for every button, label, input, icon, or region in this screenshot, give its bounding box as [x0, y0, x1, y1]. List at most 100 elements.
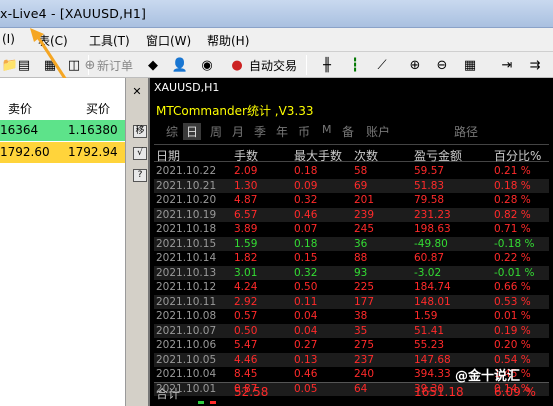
table-row[interactable]: 2021.10.15 1.59 0.18 36 -49.80 -0.18 %: [154, 236, 549, 251]
signal-icon[interactable]: ◉: [197, 55, 217, 75]
row-max-lots: 0.07: [294, 223, 318, 235]
tile-windows-icon[interactable]: ▦: [460, 55, 480, 75]
row-lots: 0.50: [234, 324, 258, 337]
toolbar-separator: [306, 55, 307, 75]
row-percent: 0.28 %: [494, 194, 531, 206]
panel-side-bar: ✕ 移 √ ?: [125, 78, 148, 406]
line-chart-icon[interactable]: ⟋: [372, 55, 392, 75]
row-lots: 2.92: [234, 295, 258, 308]
table-row[interactable]: 2021.10.07 0.50 0.04 35 51.41 0.19 %: [154, 323, 549, 338]
buy-header: 买价: [86, 102, 111, 116]
toolbar: 📁 ▤ ▦ ◫ ⊕ 新订单 ◆ 👤 ◉ ● 自动交易 ╫ ┇ ⟋ ⊕ ⊖ ▦ ⇥…: [0, 52, 553, 78]
chart-window[interactable]: XAUUSD,H1 MTCommander统计 ,V3.33 综 日 周 月 季…: [148, 78, 553, 406]
tab-yearly[interactable]: 年: [276, 123, 288, 140]
row-lots: 4.24: [234, 281, 258, 293]
row-lots: 1.30: [234, 179, 258, 192]
user-icon[interactable]: 👤: [170, 55, 190, 75]
table-row[interactable]: 2021.10.08 0.57 0.04 38 1.59 0.01 %: [154, 309, 549, 324]
tab-path[interactable]: 路径: [454, 123, 478, 140]
tab-magic[interactable]: M: [322, 123, 332, 136]
table-row[interactable]: 2021.10.14 1.82 0.15 88 60.87 0.22 %: [154, 251, 549, 266]
row-lots: 3.89: [234, 223, 258, 235]
candlestick-icon[interactable]: ┇: [345, 55, 365, 75]
col-profit: 盈亏金额: [414, 149, 463, 163]
row-percent: 0.20 %: [494, 339, 531, 351]
watermark-text: @金十说汇: [455, 369, 521, 384]
table-row[interactable]: 2021.10.06 5.47 0.27 275 55.23 0.20 %: [154, 338, 549, 353]
total-label: 合计: [156, 387, 181, 401]
table-header: 日期 手数 最大手数 次数 盈亏金额 百分比%: [154, 144, 549, 163]
row-profit: 147.68: [414, 353, 451, 366]
table-row[interactable]: 2021.10.12 4.24 0.50 225 184.74 0.66 %: [154, 280, 549, 295]
row-count: 36: [354, 237, 368, 250]
row-profit: 60.87: [414, 252, 445, 264]
tab-account[interactable]: 账户: [366, 123, 390, 140]
auto-trade-button[interactable]: 自动交易: [249, 57, 297, 74]
check-button[interactable]: √: [133, 147, 147, 160]
tab-daily[interactable]: 日: [183, 123, 202, 140]
help-button[interactable]: ?: [133, 169, 147, 182]
move-button[interactable]: 移: [133, 125, 147, 138]
table-row[interactable]: 2021.10.22 2.09 0.18 58 59.57 0.21 %: [154, 164, 549, 179]
row-max-lots: 0.09: [294, 179, 318, 192]
row-count: 38: [354, 310, 368, 322]
row-date: 2021.10.22: [156, 165, 217, 177]
panel-tabs: 综 日 周 月 季 年 币 M 备 账户 路径: [150, 123, 553, 141]
menu-item-file[interactable]: (I): [2, 32, 15, 46]
row-profit: 1.59: [414, 310, 438, 322]
bar-chart-icon[interactable]: ╫: [317, 55, 337, 75]
new-order-button[interactable]: 新订单: [97, 57, 133, 74]
row-profit: 55.23: [414, 339, 445, 351]
row-date: 2021.10.14: [156, 252, 217, 264]
row-date: 2021.10.08: [156, 310, 217, 322]
row-profit: 51.83: [414, 179, 445, 192]
metaeditor-icon[interactable]: ◆: [143, 55, 163, 75]
tab-summary[interactable]: 综: [166, 123, 178, 140]
auto-trade-icon[interactable]: ●: [227, 55, 247, 75]
tab-monthly[interactable]: 月: [232, 123, 244, 140]
menu-item-tools[interactable]: 工具(T): [89, 32, 130, 49]
row-date: 2021.10.15: [156, 237, 217, 250]
tab-note[interactable]: 备: [342, 123, 354, 140]
tab-quarterly[interactable]: 季: [254, 123, 266, 140]
row-lots: 8.45: [234, 368, 258, 380]
autoscroll-icon[interactable]: ⇉: [525, 55, 545, 75]
table-row[interactable]: 2021.10.18 3.89 0.07 245 198.63 0.71 %: [154, 222, 549, 237]
table-row[interactable]: 2021.10.20 4.87 0.32 201 79.58 0.28 %: [154, 193, 549, 208]
chart-bar-mark: [198, 401, 204, 404]
chart-shift-icon[interactable]: ⇥: [497, 55, 517, 75]
row-date: 2021.10.21: [156, 179, 217, 192]
zoom-in-icon[interactable]: ⊕: [405, 55, 425, 75]
row-date: 2021.10.04: [156, 368, 217, 380]
row-count: 225: [354, 281, 375, 293]
row-date: 2021.10.11: [156, 295, 217, 308]
table-row[interactable]: 2021.10.21 1.30 0.09 69 51.83 0.18 %: [154, 178, 549, 193]
row-percent: 0.66 %: [494, 281, 531, 293]
window-title: x-Live4 - [XAUUSD,H1]: [0, 6, 147, 21]
total-amount: 1651.18: [414, 385, 464, 399]
row-percent: 0.18 %: [494, 179, 531, 192]
table-row[interactable]: 2021.10.19 6.57 0.46 239 231.23 0.82 %: [154, 207, 549, 222]
row-date: 2021.10.06: [156, 339, 217, 351]
zoom-out-icon[interactable]: ⊖: [432, 55, 452, 75]
close-icon[interactable]: ✕: [130, 86, 144, 99]
sell-price: 16364: [0, 123, 39, 137]
row-count: 245: [354, 223, 375, 235]
row-profit: 231.23: [414, 208, 451, 221]
menu-item-window[interactable]: 窗口(W): [146, 32, 191, 49]
row-max-lots: 0.32: [294, 194, 318, 206]
col-lots: 手数: [234, 149, 259, 163]
row-date: 2021.10.18: [156, 223, 217, 235]
tab-currency[interactable]: 币: [298, 123, 310, 140]
row-max-lots: 0.04: [294, 324, 318, 337]
table-row[interactable]: 2021.10.11 2.92 0.11 177 148.01 0.53 %: [154, 294, 549, 309]
col-percent: 百分比%: [494, 149, 542, 163]
menu-item-help[interactable]: 帮助(H): [207, 32, 249, 49]
buy-price: 1.16380: [68, 123, 118, 137]
sell-header: 卖价: [8, 102, 33, 116]
col-max-lots: 最大手数: [294, 149, 343, 163]
tab-weekly[interactable]: 周: [210, 123, 222, 140]
table-row[interactable]: 2021.10.13 3.01 0.32 93 -3.02 -0.01 %: [154, 265, 549, 280]
annotation-arrow-icon: [30, 28, 68, 81]
row-percent: 0.71 %: [494, 223, 531, 235]
